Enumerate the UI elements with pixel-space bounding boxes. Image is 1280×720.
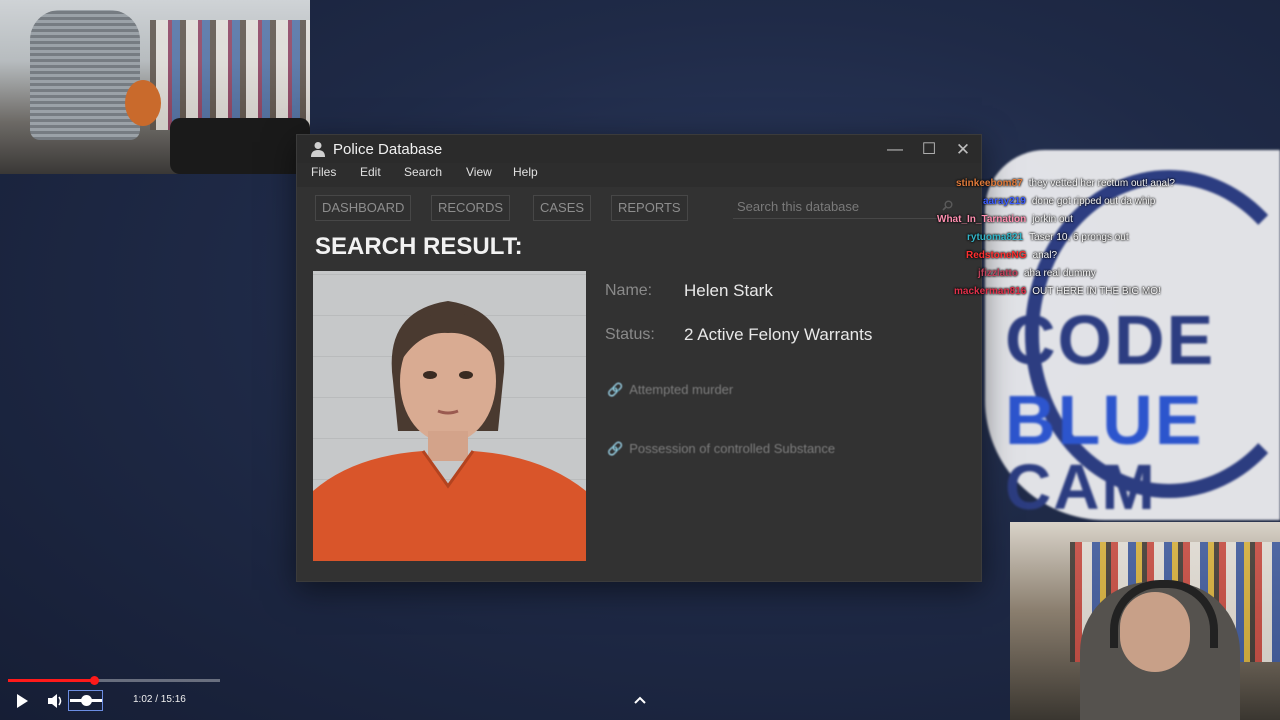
chat-text: done got ripped out da whip [1031,196,1156,207]
chat-message: aaray219 done got ripped out da whip [983,196,1155,207]
main-content: DASHBOARD RECORDS CASES REPORTS SEARCH R… [297,187,981,581]
warrant-text-2: Possession of controlled Substance [629,441,836,456]
chat-username: jfizzlatto [978,268,1018,279]
menu-edit[interactable]: Edit [360,165,381,179]
chat-message: jfizzlatto aha real dummy [978,268,1096,279]
logo-line-2: BLUE [1005,381,1204,459]
name-label: Name: [605,282,653,299]
title-bar: Police Database — ☐ ✕ [297,135,981,163]
warrant-item-2[interactable]: 🔗 Possession of controlled Substance [607,441,835,457]
logo-line-3: CAM [1005,451,1157,523]
name-value: Helen Stark [684,281,773,300]
search-result-heading: SEARCH RESULT: [315,233,523,260]
tab-dashboard[interactable]: DASHBOARD [315,195,412,221]
chat-message: stinkeebom87 they vetted her rectum out! … [956,178,1175,189]
chat-username: stinkeebom87 [956,178,1023,189]
menu-files[interactable]: Files [311,165,336,179]
tab-reports[interactable]: REPORTS [611,195,688,221]
volume-icon[interactable] [47,693,65,709]
chat-message: RedstoneNG anal? [966,250,1057,261]
progress-fill [8,679,94,682]
link-icon: 🔗 [607,382,624,397]
link-icon: 🔗 [607,441,624,456]
chat-username: aaray219 [983,196,1026,207]
menu-view[interactable]: View [466,165,492,179]
mugshot-photo [313,271,586,561]
window-title: Police Database [333,141,443,158]
logo-line-1: CODE [1005,301,1216,379]
close-button[interactable]: ✕ [951,139,975,161]
chat-text: Taser 10, 6 prongs out [1029,232,1129,243]
chat-username: rytuoma821 [967,232,1024,243]
warrant-item-1[interactable]: 🔗 Attempted murder [607,382,733,398]
chat-text: anal? [1032,250,1058,261]
chat-username: RedstoneNG [966,250,1027,261]
webcam-feed-streamer [1010,522,1280,720]
status-label: Status: [605,326,655,343]
maximize-button[interactable]: ☐ [917,139,941,161]
chat-text: OUT HERE IN THE BIG MO! [1032,286,1161,297]
chat-text: they vetted her rectum out! anal? [1028,178,1175,189]
chat-username: What_In_Tarnation [937,214,1027,225]
warrant-text-1: Attempted murder [629,382,734,397]
search-icon[interactable] [942,200,953,211]
chat-text: aha real dummy [1024,268,1096,279]
chat-message: rytuoma821 Taser 10, 6 prongs out [967,232,1129,243]
chat-message: What_In_Tarnation jorkin out [937,214,1073,225]
progress-scrubber[interactable] [90,676,99,685]
search-input[interactable] [733,195,961,219]
minimize-button[interactable]: — [883,139,907,161]
office-chair [30,10,140,140]
play-icon[interactable] [14,693,30,709]
bookshelf [150,20,310,130]
tab-cases[interactable]: CASES [533,195,592,221]
time-display: 1:02 / 15:16 [133,694,186,705]
user-icon [311,142,325,157]
menu-bar: Files Edit Search View Help [297,163,981,183]
chat-text: jorkin out [1032,214,1073,225]
police-database-window: Police Database — ☐ ✕ Files Edit Search … [296,134,982,582]
tab-records[interactable]: RECORDS [431,195,511,221]
menu-search[interactable]: Search [404,165,442,179]
menu-help[interactable]: Help [513,165,538,179]
webcam-feed-top [0,0,310,174]
status-value: 2 Active Felony Warrants [684,325,873,344]
robot-toy [170,118,310,174]
chat-username: mackerman816 [954,286,1027,297]
volume-knob[interactable] [81,695,92,706]
teddy-bear [125,80,161,126]
chat-message: mackerman816 OUT HERE IN THE BIG MO! [954,286,1161,297]
chevron-up-icon[interactable] [633,694,647,706]
mugshot-illustration [313,301,586,561]
